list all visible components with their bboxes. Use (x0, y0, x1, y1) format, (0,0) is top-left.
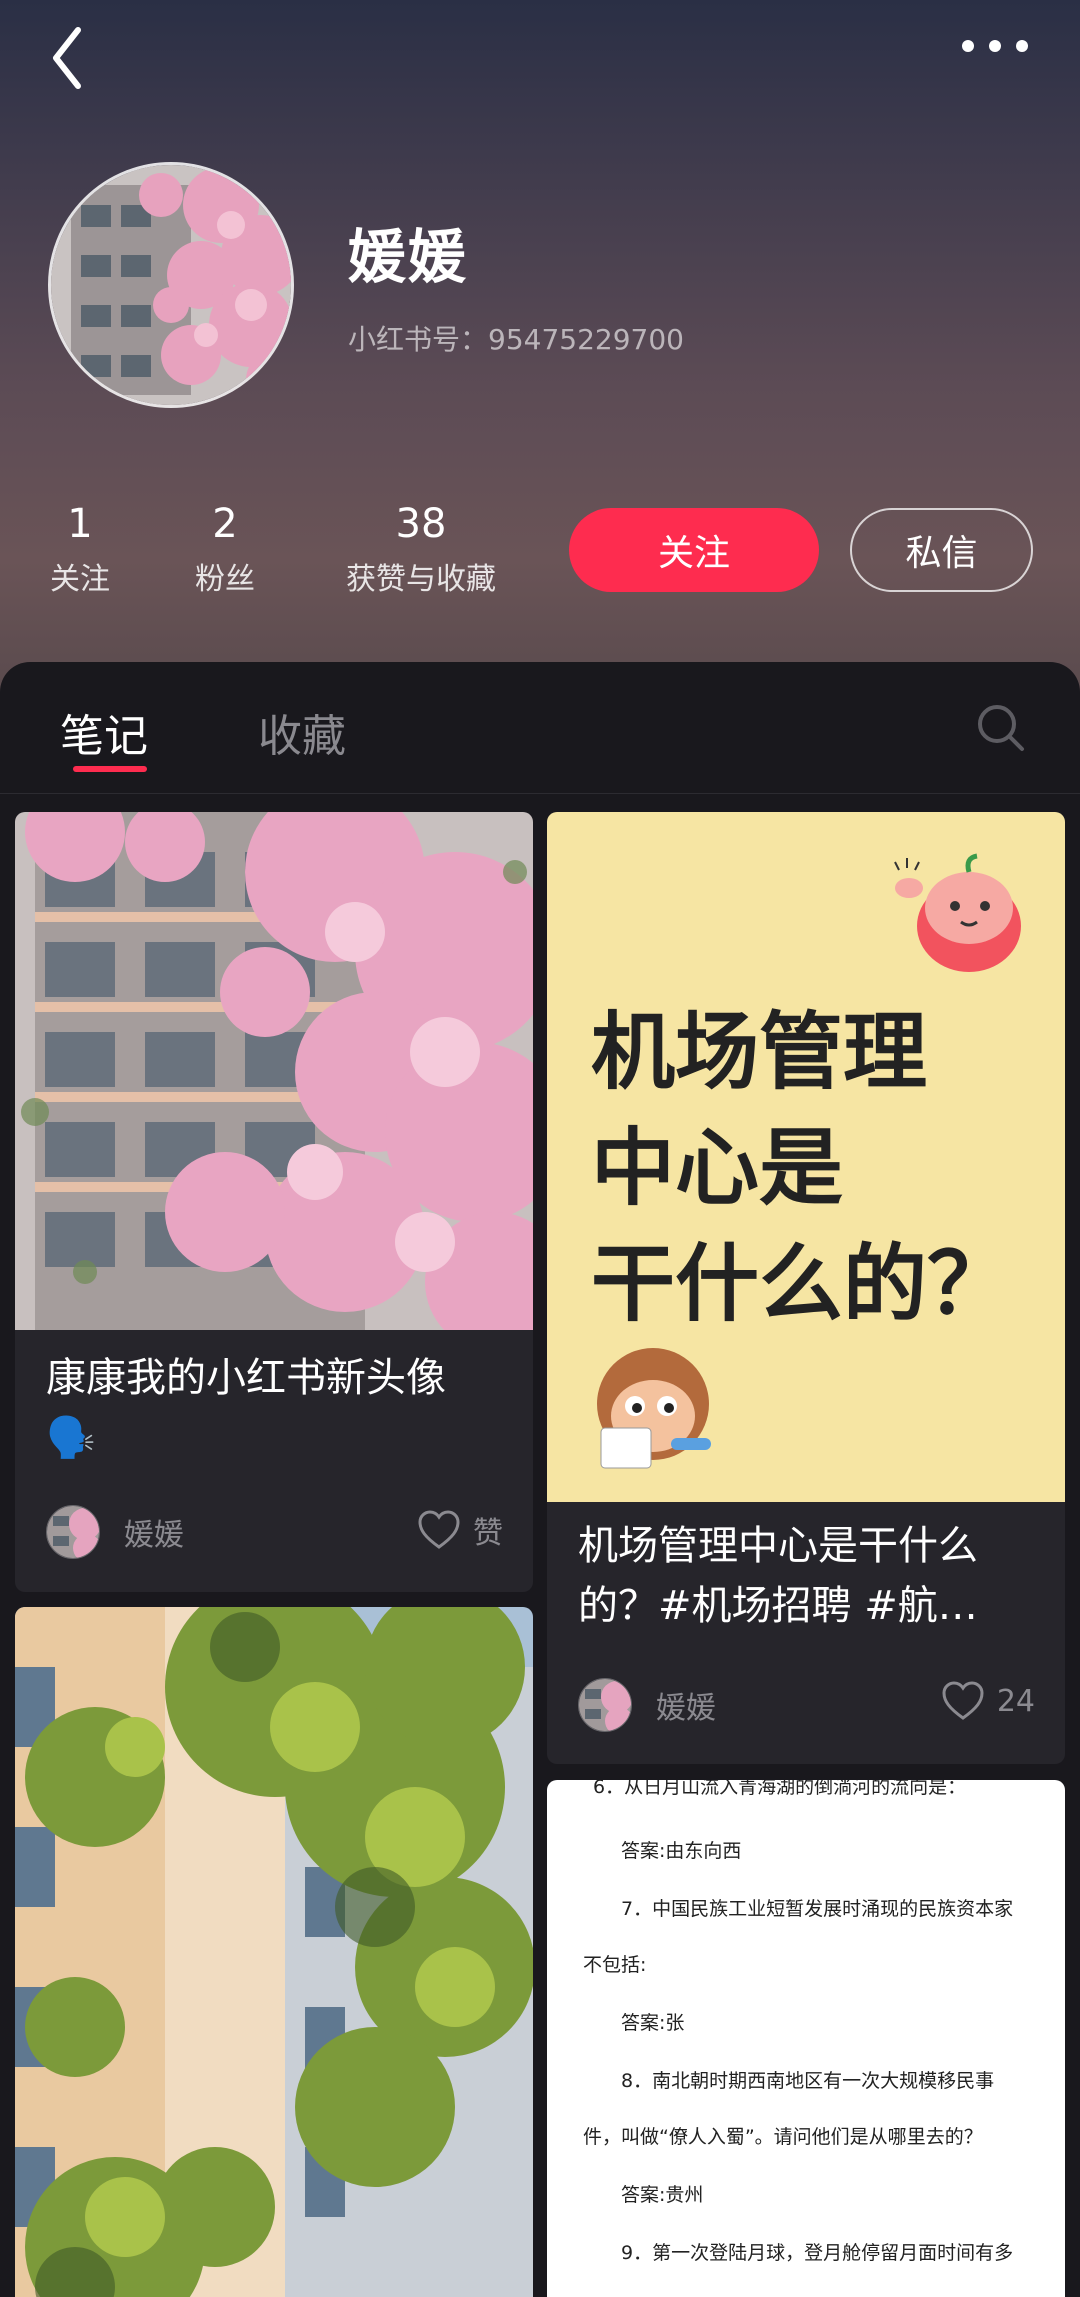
tab-notes[interactable]: 笔记 (60, 700, 148, 764)
heart-icon (418, 1510, 460, 1549)
profile-nickname: 媛媛 (348, 223, 469, 291)
note-title: 机场管理中心是干什么 的？#机场招聘 #航… (578, 1523, 978, 1629)
note-author[interactable]: 媛媛 (46, 1505, 184, 1559)
profile-user-id[interactable]: 小红书号：95475229700 (348, 318, 684, 358)
note-author[interactable]: 媛媛 (578, 1678, 716, 1732)
note-card[interactable]: 6．从日月山流入青海湖的倒淌河的流向是： 答案:由东向西 7．中国民族工业短暂发… (547, 1780, 1065, 2297)
stat-likes-and-saves[interactable]: 38 获赞与收藏 (336, 496, 506, 598)
author-name: 媛媛 (656, 1691, 716, 1726)
active-tab-indicator (73, 766, 147, 772)
search-button[interactable] (975, 702, 1027, 754)
note-cover-image: 机场管理 中心是 干什么的？ (547, 812, 1065, 1502)
cover-headline: 机场管理 中心是 干什么的？ (591, 1003, 1012, 1333)
author-name: 媛媛 (124, 1518, 184, 1553)
note-card[interactable]: 机场管理 中心是 干什么的？ 机场管理中心是干什么 的？#机场招聘 #航… 媛媛 … (547, 812, 1065, 1764)
search-icon (978, 705, 1024, 751)
back-button[interactable] (40, 18, 100, 98)
stat-label: 关注 (50, 562, 110, 597)
mascot-icon (894, 853, 1021, 972)
stat-following[interactable]: 1 关注 (40, 496, 120, 598)
author-avatar (46, 1505, 100, 1559)
more-dots-icon (962, 40, 1028, 52)
tab-bar: 笔记 收藏 (0, 662, 1080, 794)
stat-value: 38 (395, 501, 447, 547)
stat-value: 1 (67, 501, 93, 547)
profile-header: 媛媛 小红书号：95475229700 1 关注 2 粉丝 38 获赞与收藏 关… (0, 0, 1080, 700)
message-button[interactable]: 私信 (850, 508, 1033, 592)
like-count: 24 (996, 1683, 1035, 1719)
note-card[interactable] (15, 1607, 533, 2297)
monkey-sticker-icon (597, 1348, 711, 1469)
follow-button[interactable]: 关注 (569, 508, 819, 592)
stat-label: 粉丝 (195, 562, 255, 597)
tab-saved[interactable]: 收藏 (258, 700, 346, 764)
note-cover-document: 6．从日月山流入青海湖的倒淌河的流向是： 答案:由东向西 7．中国民族工业短暂发… (583, 1780, 1014, 2264)
back-arrow-icon (53, 27, 81, 89)
heart-icon (942, 1681, 984, 1720)
more-options-button[interactable] (955, 22, 1035, 72)
stat-label: 获赞与收藏 (346, 562, 496, 597)
like-count: 赞 (473, 1516, 503, 1551)
author-avatar (578, 1678, 632, 1732)
stat-followers[interactable]: 2 粉丝 (185, 496, 265, 598)
note-card[interactable]: 康康我的小红书新头像 🗣️ 媛媛 赞 (15, 812, 533, 1592)
like-button[interactable]: 24 (941, 1681, 1035, 1721)
note-cover-image (15, 1607, 533, 2297)
note-title: 康康我的小红书新头像 🗣️ (46, 1355, 446, 1461)
like-button[interactable]: 赞 (417, 1508, 503, 1552)
stat-value: 2 (212, 501, 238, 547)
speaking-head-icon: 🗣️ (46, 1415, 96, 1461)
profile-avatar[interactable] (48, 162, 294, 408)
note-cover-image (15, 812, 533, 1330)
